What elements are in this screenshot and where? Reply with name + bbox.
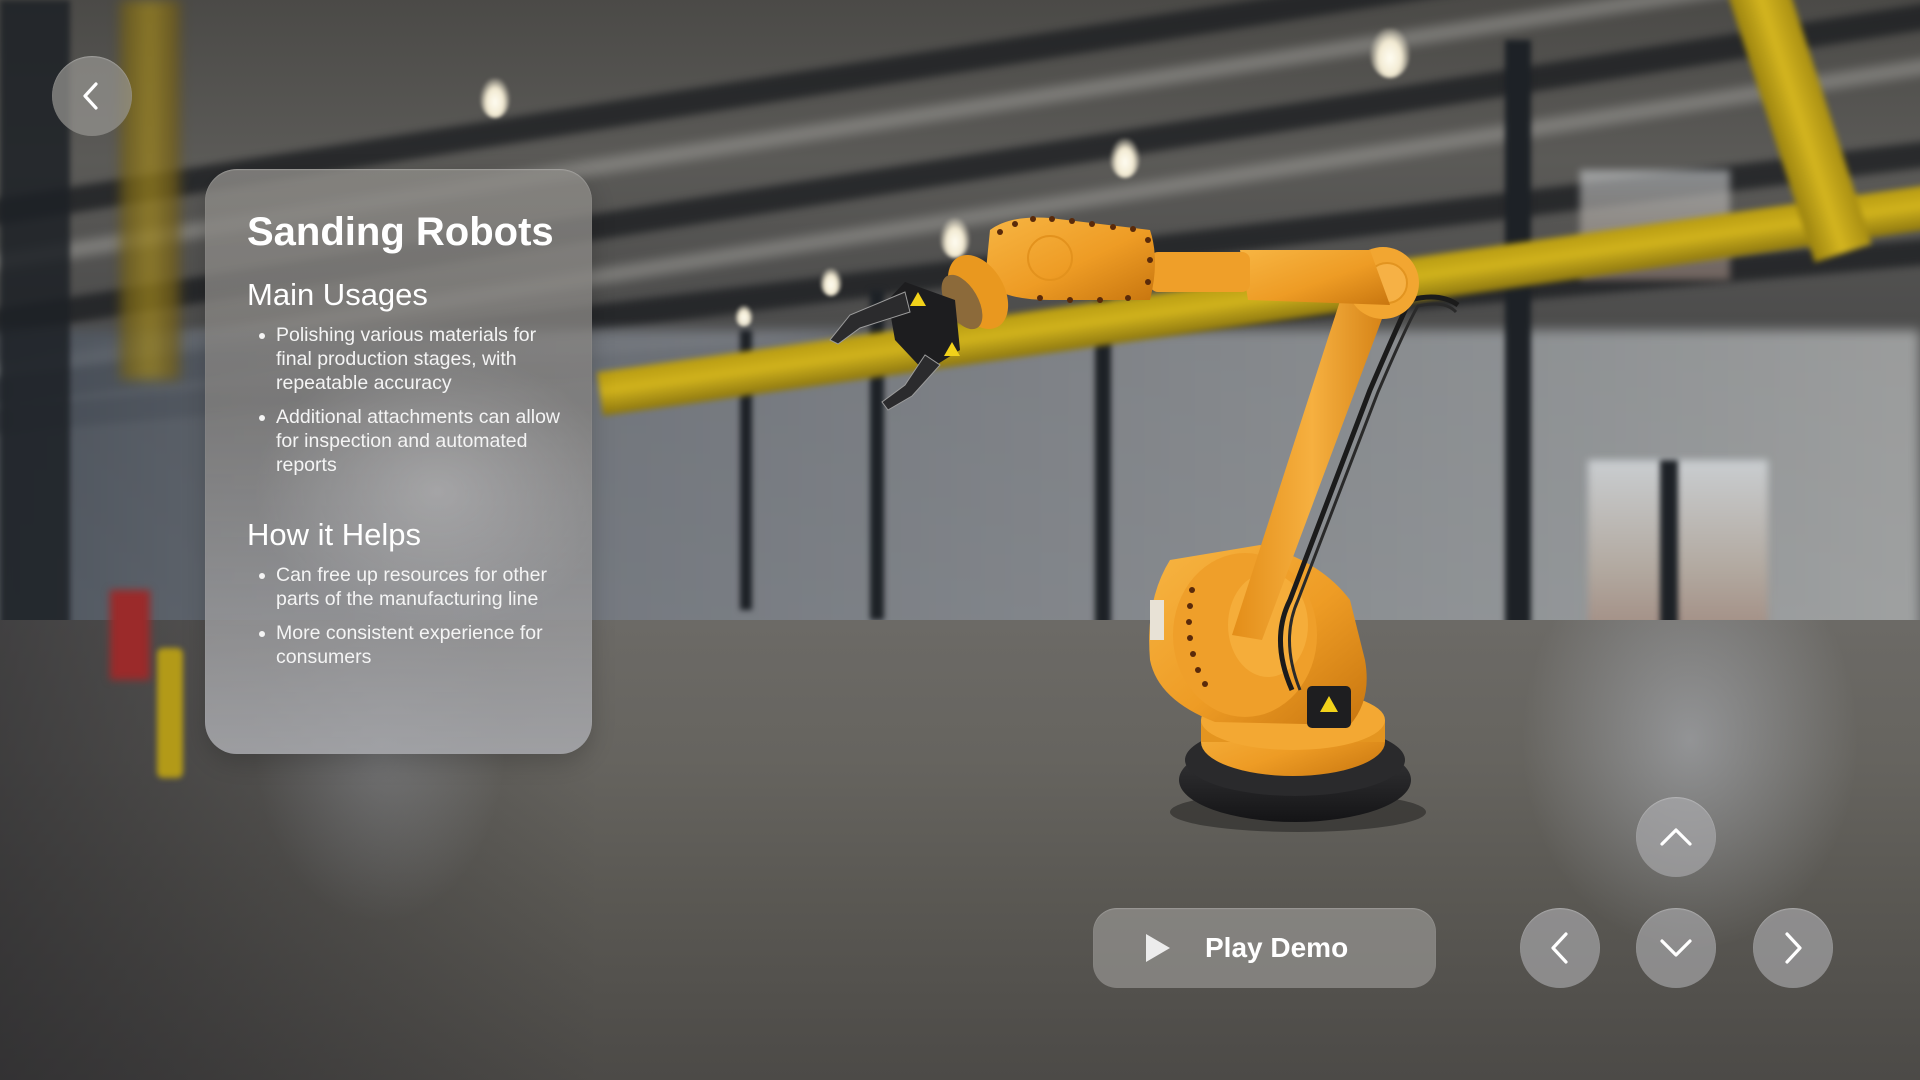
chevron-down-icon	[1660, 939, 1692, 957]
play-demo-label: Play Demo	[1205, 932, 1349, 963]
rotate-up-button[interactable]	[1636, 797, 1716, 877]
steel-column	[1505, 40, 1531, 680]
steel-column	[1095, 300, 1111, 640]
chevron-left-icon	[83, 82, 98, 110]
play-icon	[1146, 934, 1170, 962]
ceiling-lamp	[1370, 28, 1410, 78]
chevron-up-icon	[1660, 828, 1692, 846]
section-heading-main-usages: Main Usages	[247, 277, 428, 312]
ceiling-lamp	[735, 305, 753, 327]
list-item: Additional attachments can allow for ins…	[247, 405, 562, 477]
rotate-right-button[interactable]	[1753, 908, 1833, 988]
chevron-right-icon	[1785, 932, 1802, 964]
rotate-left-button[interactable]	[1520, 908, 1600, 988]
info-panel: Sanding Robots Main Usages Polishing var…	[205, 169, 592, 754]
list-item: More consistent experience for consumers	[247, 621, 562, 669]
ceiling-lamp	[820, 268, 842, 296]
red-equipment	[110, 590, 150, 680]
chevron-left-icon	[1551, 932, 1568, 964]
safety-bollard	[157, 648, 183, 778]
ceiling-lamp	[940, 218, 970, 258]
play-demo-button[interactable]: Play Demo	[1093, 908, 1436, 988]
rotate-down-button[interactable]	[1636, 908, 1716, 988]
ceiling-lamp	[480, 78, 510, 118]
section-heading-how-it-helps: How it Helps	[247, 517, 421, 552]
list-item: Polishing various materials for final pr…	[247, 323, 562, 395]
panel-title: Sanding Robots	[247, 210, 554, 254]
ceiling-lamp	[1110, 138, 1140, 178]
yellow-beam	[120, 0, 180, 380]
how-it-helps-list: Can free up resources for other parts of…	[247, 563, 562, 669]
back-button[interactable]	[52, 56, 132, 136]
main-usages-list: Polishing various materials for final pr…	[247, 323, 562, 477]
list-item: Can free up resources for other parts of…	[247, 563, 562, 611]
window	[1588, 460, 1768, 640]
